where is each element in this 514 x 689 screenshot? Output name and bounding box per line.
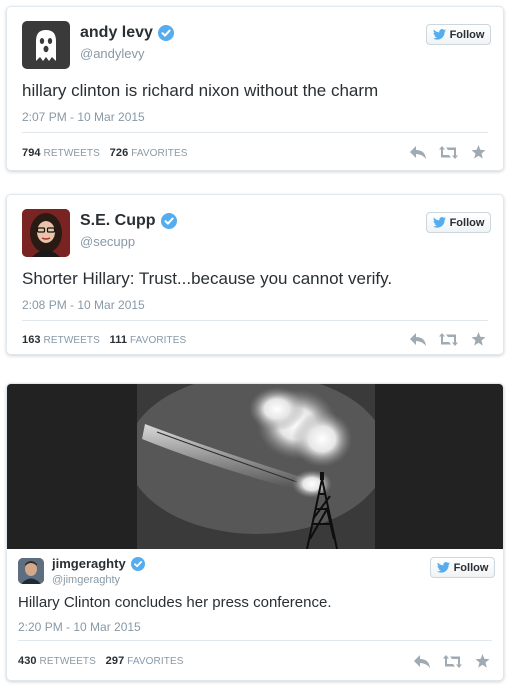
favorite-count[interactable]: 297 — [106, 655, 125, 667]
avatar[interactable] — [18, 558, 44, 584]
retweet-icon[interactable] — [439, 145, 458, 159]
twitter-bird-icon — [436, 562, 450, 573]
tweet-card-jimgeraghty: jimgeraghty @jimgeraghty Follow Hillary … — [6, 383, 504, 681]
tweet-stats: 430 RETWEETS 297 FAVORITES — [18, 655, 184, 667]
favorites-label: FAVORITES — [127, 656, 184, 667]
tweet-text: Shorter Hillary: Trust...because you can… — [22, 269, 393, 288]
follow-label: Follow — [449, 216, 485, 229]
tweet-stats: 163 RETWEETS 111 FAVORITES — [22, 334, 186, 346]
reply-icon[interactable] — [410, 145, 426, 159]
tweet-text: Hillary Clinton concludes her press conf… — [18, 594, 332, 611]
display-name[interactable]: S.E. Cupp — [80, 212, 156, 230]
follow-label: Follow — [453, 561, 489, 574]
tweet-actions — [397, 145, 486, 159]
tweet-timestamp[interactable]: 2:07 PM - 10 Mar 2015 — [22, 110, 145, 124]
ghost-icon — [36, 30, 56, 61]
portrait-icon — [18, 558, 44, 584]
follow-button[interactable]: Follow — [426, 212, 491, 233]
user-handle[interactable]: @jimgeraghty — [52, 574, 120, 586]
favorite-icon[interactable] — [471, 332, 486, 346]
follow-button[interactable]: Follow — [426, 24, 491, 45]
tweet-card-secupp: S.E. Cupp @secupp Follow Shorter Hillary… — [6, 194, 504, 355]
favorite-icon[interactable] — [475, 654, 490, 668]
portrait-icon — [22, 209, 70, 257]
favorites-label: FAVORITES — [131, 148, 188, 159]
tweet-timestamp[interactable]: 2:20 PM - 10 Mar 2015 — [18, 620, 141, 634]
reply-icon[interactable] — [410, 332, 426, 346]
retweet-icon[interactable] — [443, 654, 462, 668]
retweet-count[interactable]: 794 — [22, 147, 41, 159]
retweets-label: RETWEETS — [43, 148, 100, 159]
verified-badge-icon — [130, 556, 145, 571]
retweet-count[interactable]: 163 — [22, 334, 41, 346]
favorites-label: FAVORITES — [130, 335, 187, 346]
follow-button[interactable]: Follow — [430, 557, 495, 578]
tweet-media[interactable] — [7, 384, 503, 549]
retweets-label: RETWEETS — [39, 656, 96, 667]
tweet-stats: 794 RETWEETS 726 FAVORITES — [22, 147, 188, 159]
user-handle[interactable]: @andylevy — [80, 46, 145, 61]
display-name[interactable]: andy levy — [80, 24, 153, 42]
follow-label: Follow — [449, 28, 485, 41]
favorite-count[interactable]: 726 — [110, 147, 129, 159]
verified-badge-icon — [160, 213, 177, 229]
favorite-icon[interactable] — [471, 145, 486, 159]
display-name[interactable]: jimgeraghty — [52, 556, 126, 571]
favorite-count[interactable]: 111 — [110, 334, 127, 346]
retweet-count[interactable]: 430 — [18, 655, 37, 667]
tweet-text: hillary clinton is richard nixon without… — [22, 81, 379, 100]
avatar[interactable] — [22, 209, 70, 257]
retweets-label: RETWEETS — [43, 335, 100, 346]
divider — [18, 640, 492, 641]
verified-badge-icon — [157, 25, 174, 41]
tweet-actions — [401, 654, 490, 668]
tweet-timestamp[interactable]: 2:08 PM - 10 Mar 2015 — [22, 298, 145, 312]
burning-airship-photo — [137, 384, 375, 549]
user-handle[interactable]: @secupp — [80, 234, 135, 249]
retweet-icon[interactable] — [439, 332, 458, 346]
divider — [22, 132, 488, 133]
tweet-actions — [397, 332, 486, 346]
tweet-card-andylevy: andy levy @andylevy Follow hillary clint… — [6, 6, 504, 171]
twitter-bird-icon — [432, 29, 446, 40]
twitter-bird-icon — [432, 217, 446, 228]
divider — [22, 320, 488, 321]
reply-icon[interactable] — [414, 654, 430, 668]
avatar[interactable] — [22, 21, 70, 69]
